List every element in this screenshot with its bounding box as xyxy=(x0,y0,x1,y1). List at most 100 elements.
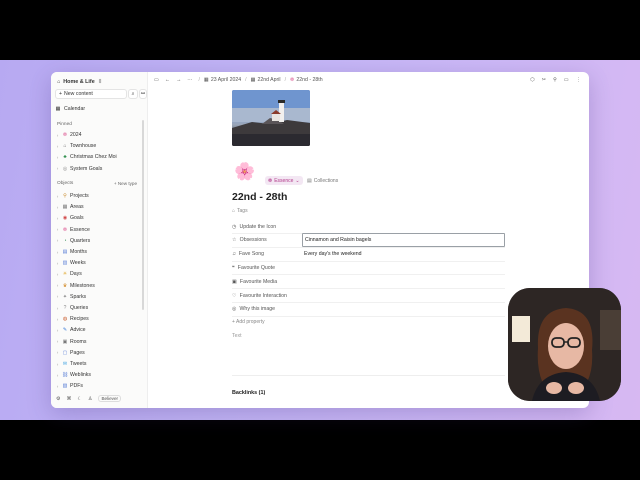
chevron-right-icon[interactable]: › xyxy=(55,328,60,333)
type-label: Essence xyxy=(274,177,294,184)
sidebar-object-item[interactable]: › ◔ Quarters xyxy=(55,236,90,246)
chevron-right-icon[interactable]: › xyxy=(55,133,60,138)
property-value-field[interactable] xyxy=(302,220,505,234)
property-name[interactable]: ◷ Update the Icon xyxy=(232,224,302,230)
workspace-switcher[interactable]: ⌂ Home & Life ⇕ xyxy=(57,77,102,86)
property-name[interactable]: ♫ Fave Song xyxy=(232,251,302,257)
objects-heading: Objects xyxy=(57,181,74,186)
breadcrumb-item-current[interactable]: ❁ 22nd - 28th xyxy=(290,77,323,83)
chevron-right-icon[interactable]: › xyxy=(55,155,60,160)
chevron-right-icon[interactable]: › xyxy=(55,339,60,344)
chevron-right-icon[interactable]: › xyxy=(55,216,60,221)
command-icon[interactable]: ⌘ xyxy=(66,396,71,402)
item-icon: ⌂ xyxy=(63,143,67,150)
moon-icon[interactable]: ☾ xyxy=(77,396,81,402)
sidebar-object-item[interactable]: › ▦ Areas xyxy=(55,202,84,212)
sidebar-scrollbar[interactable] xyxy=(142,120,144,310)
backlinks-heading[interactable]: Backlinks (1) xyxy=(232,390,265,396)
hexagon-icon[interactable]: ⬡ xyxy=(530,77,535,83)
calendar-icon: ▦ xyxy=(203,77,209,83)
item-icon: ☀ xyxy=(62,271,68,278)
chevron-right-icon[interactable]: › xyxy=(55,261,60,266)
property-name[interactable]: ❝ Favourite Quote xyxy=(232,265,302,271)
forward-arrow-icon[interactable]: → xyxy=(176,77,181,83)
chevron-right-icon[interactable]: › xyxy=(55,294,60,299)
chevron-right-icon[interactable]: › xyxy=(55,205,60,210)
graph-button[interactable]: ⚯ xyxy=(139,89,147,99)
chevron-right-icon[interactable]: › xyxy=(55,384,60,389)
breadcrumb-item-day[interactable]: ▦ 23 April 2024 xyxy=(204,77,241,83)
sidebar-object-item[interactable]: › ▤ Months xyxy=(55,247,87,257)
more-icon[interactable]: ··· xyxy=(187,77,192,83)
chevron-right-icon[interactable]: › xyxy=(55,306,60,311)
back-arrow-icon[interactable]: ← xyxy=(165,77,170,83)
property-value-field[interactable] xyxy=(302,302,505,316)
sidebar-object-item[interactable]: › ⚲ Projects xyxy=(55,191,89,201)
breadcrumb-item-week[interactable]: ▦ 22nd April xyxy=(251,77,281,83)
chevron-right-icon[interactable]: › xyxy=(55,166,60,171)
property-value-field[interactable]: Cinnamon and Raisin bagels xyxy=(302,233,505,248)
chevron-right-icon[interactable]: › xyxy=(55,350,60,355)
property-value-field[interactable]: Every day's the weekend xyxy=(302,247,505,261)
property-name[interactable]: ♡ Favourite Interaction xyxy=(232,293,302,299)
chevron-right-icon[interactable]: › xyxy=(55,194,60,199)
sidebar-item-label: Advice xyxy=(70,327,86,334)
chevron-right-icon[interactable]: › xyxy=(55,238,60,243)
sidebar-object-item[interactable]: › ♛ Milestones xyxy=(55,281,95,291)
chevron-right-icon[interactable]: › xyxy=(55,227,60,232)
property-icon: ♫ xyxy=(232,251,236,258)
chevron-right-icon[interactable]: › xyxy=(55,373,60,378)
property-name[interactable]: ◎ Why this image xyxy=(232,306,302,312)
settings-icon[interactable]: ⚙ xyxy=(56,396,60,402)
sidebar-object-item[interactable]: › ✉ Tweets xyxy=(55,359,87,369)
chevron-right-icon[interactable]: › xyxy=(55,362,60,367)
sidebar-object-item[interactable]: › ▣ Rooms xyxy=(55,337,87,347)
user-icon[interactable]: ♙ xyxy=(88,396,92,402)
chevron-right-icon[interactable]: › xyxy=(55,250,60,255)
sidebar-object-item[interactable]: › ▥ Weeks xyxy=(55,258,86,268)
sidebar-pinned-item[interactable]: › ❁ 2024 xyxy=(55,130,82,140)
tags-field[interactable]: ⌂ Tags xyxy=(232,208,248,214)
add-property-button[interactable]: + Add property xyxy=(232,319,265,325)
cover-image[interactable] xyxy=(232,90,310,146)
sidebar-object-item[interactable]: › ⛓ Weblinks xyxy=(55,370,91,380)
chevron-right-icon[interactable]: › xyxy=(55,317,60,322)
chevron-right-icon[interactable]: › xyxy=(55,283,60,288)
wrench-icon[interactable]: ✂ xyxy=(542,77,546,83)
sidebar-object-item[interactable]: › ◍ Recipes xyxy=(55,314,89,324)
sidebar-object-item[interactable]: › ☀ Days xyxy=(55,269,82,279)
search-button[interactable]: ⌕ xyxy=(128,89,138,99)
collections-button[interactable]: ▤ Collections xyxy=(307,176,338,185)
property-name[interactable]: ☆ Obsessions xyxy=(232,237,302,243)
chevron-right-icon[interactable]: › xyxy=(55,144,60,149)
sidebar-pinned-item[interactable]: › ⌂ Townhouse xyxy=(55,141,97,151)
sidebar-object-item[interactable]: › ✎ Advice xyxy=(55,325,86,335)
sidebar-object-item[interactable]: › ▢ Pages xyxy=(55,348,85,358)
new-type-button[interactable]: + New type xyxy=(114,181,137,186)
property-value-field[interactable] xyxy=(302,261,505,275)
plan-badge[interactable]: Believer xyxy=(98,395,122,402)
chevron-right-icon[interactable]: › xyxy=(55,272,60,277)
page-title[interactable]: 22nd - 28th xyxy=(232,191,287,203)
sidebar-object-item[interactable]: › ❁ Essence xyxy=(55,225,90,235)
property-value-field[interactable] xyxy=(302,275,505,289)
pin-icon[interactable]: ⚲ xyxy=(553,77,557,83)
page-icon[interactable]: 🌸 xyxy=(232,160,258,184)
sidebar-pinned-item[interactable]: › ♣ Christmas Chez Moi xyxy=(55,152,117,162)
sidebar-toggle-icon[interactable]: ▭ xyxy=(154,77,159,83)
new-content-button[interactable]: + New content xyxy=(55,89,127,99)
collections-icon: ▤ xyxy=(307,177,312,184)
more-icon[interactable]: ⋮ xyxy=(576,77,581,83)
sidebar-object-item[interactable]: › ◉ Goals xyxy=(55,213,84,223)
type-selector[interactable]: ❁ Essence ⌄ xyxy=(265,176,303,185)
sidebar-object-item[interactable]: › ✦ Sparks xyxy=(55,292,86,302)
item-icon: ◉ xyxy=(62,215,68,222)
panel-icon[interactable]: ▭ xyxy=(564,77,569,83)
sidebar-item-calendar[interactable]: ▦ Calendar xyxy=(55,104,85,114)
sidebar-pinned-item[interactable]: › ◎ System Goals xyxy=(55,164,103,174)
text-block[interactable]: Text xyxy=(232,333,242,339)
property-name[interactable]: ▣ Favourite Media xyxy=(232,279,302,285)
sidebar-object-item[interactable]: › ▧ PDFs xyxy=(55,381,83,391)
sidebar-object-item[interactable]: ›? Queries xyxy=(55,303,88,313)
property-value-field[interactable] xyxy=(302,289,505,303)
